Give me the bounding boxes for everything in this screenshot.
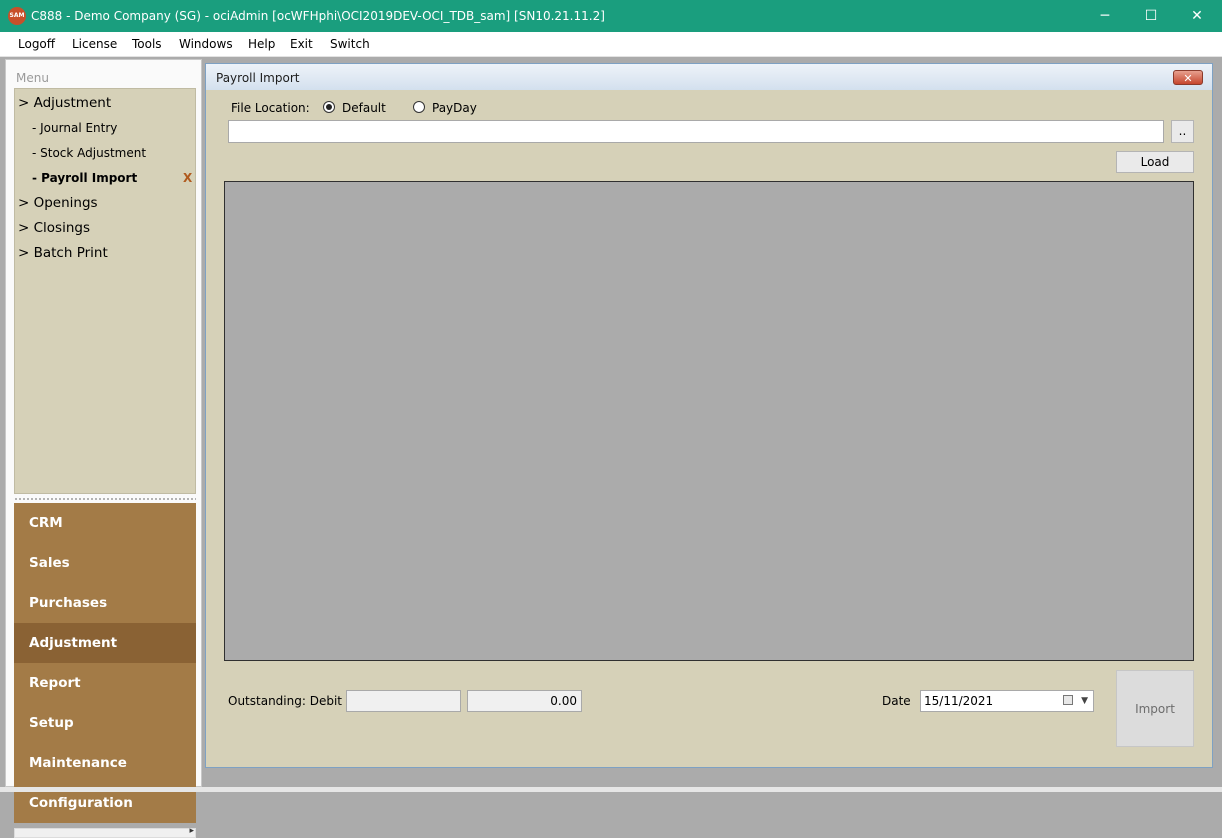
navigation-tree: > Adjustment - Journal Entry - Stock Adj… <box>14 88 196 494</box>
module-setup[interactable]: Setup <box>14 703 196 743</box>
tree-group-batch-print[interactable]: > Batch Print <box>18 245 108 261</box>
module-report[interactable]: Report <box>14 663 196 703</box>
payroll-import-body: File Location: Default PayDay .. Load Ou… <box>211 90 1207 764</box>
tree-group-openings[interactable]: > Openings <box>18 195 98 211</box>
tree-item-journal-entry[interactable]: - Journal Entry <box>32 121 117 135</box>
load-button[interactable]: Load <box>1116 151 1194 173</box>
window-titlebar: SAM C888 - Demo Company (SG) - ociAdmin … <box>0 0 1222 32</box>
app-logo-icon: SAM <box>8 7 26 25</box>
panel-splitter[interactable] <box>14 497 196 501</box>
outstanding-debit-field <box>346 690 461 712</box>
radio-default[interactable] <box>323 101 335 113</box>
calendar-icon[interactable] <box>1063 695 1073 705</box>
payroll-import-window: Payroll Import ✕ File Location: Default … <box>205 63 1213 768</box>
payroll-import-titlebar: Payroll Import ✕ <box>206 64 1212 90</box>
payroll-import-close-button[interactable]: ✕ <box>1173 70 1203 85</box>
menu-windows[interactable]: Windows <box>179 37 233 51</box>
outstanding-amount-field: 0.00 <box>467 690 582 712</box>
menu-help[interactable]: Help <box>248 37 275 51</box>
module-maintenance[interactable]: Maintenance <box>14 743 196 783</box>
minimize-button[interactable]: ─ <box>1082 0 1128 32</box>
module-crm[interactable]: CRM <box>14 503 196 543</box>
menu-switch[interactable]: Switch <box>330 37 370 51</box>
menu-header: Menu <box>16 71 49 85</box>
radio-payday-label[interactable]: PayDay <box>432 101 477 115</box>
module-list: CRM Sales Purchases Adjustment Report Se… <box>14 503 196 823</box>
window-title: C888 - Demo Company (SG) - ociAdmin [ocW… <box>31 9 605 23</box>
menu-tools[interactable]: Tools <box>132 37 162 51</box>
close-button[interactable]: ✕ <box>1174 0 1220 32</box>
menu-license[interactable]: License <box>72 37 117 51</box>
date-picker[interactable]: 15/11/2021 ▼ <box>920 690 1094 712</box>
payroll-import-title: Payroll Import <box>216 71 300 85</box>
menu-logoff[interactable]: Logoff <box>18 37 55 51</box>
module-purchases[interactable]: Purchases <box>14 583 196 623</box>
chevron-down-icon[interactable]: ▼ <box>1081 691 1088 711</box>
scroll-right-icon[interactable]: ▸ <box>189 826 194 836</box>
maximize-button[interactable]: ☐ <box>1128 0 1174 32</box>
tree-group-adjustment[interactable]: > Adjustment <box>18 95 111 111</box>
tree-item-payroll-import[interactable]: - Payroll Import <box>32 171 137 185</box>
file-path-input[interactable] <box>228 120 1164 143</box>
browse-button[interactable]: .. <box>1171 120 1194 143</box>
module-sales[interactable]: Sales <box>14 543 196 583</box>
horizontal-scrollbar[interactable]: ▸ <box>14 826 196 838</box>
navigation-panel: Menu > Adjustment - Journal Entry - Stoc… <box>5 59 202 838</box>
tree-group-closings[interactable]: > Closings <box>18 220 90 236</box>
import-button[interactable]: Import <box>1116 670 1194 747</box>
status-strip <box>0 787 1222 792</box>
menu-exit[interactable]: Exit <box>290 37 313 51</box>
menubar: Logoff License Tools Windows Help Exit S… <box>0 32 1222 57</box>
outstanding-debit-label: Outstanding: Debit <box>228 694 342 708</box>
date-label: Date <box>882 694 911 708</box>
import-data-grid[interactable] <box>224 181 1194 661</box>
radio-payday[interactable] <box>413 101 425 113</box>
tree-item-stock-adjustment[interactable]: - Stock Adjustment <box>32 146 146 160</box>
close-tab-icon[interactable]: X <box>183 171 192 185</box>
date-value[interactable]: 15/11/2021 <box>924 694 993 708</box>
radio-default-label[interactable]: Default <box>342 101 386 115</box>
module-adjustment[interactable]: Adjustment <box>14 623 196 663</box>
file-location-label: File Location: <box>231 101 310 115</box>
